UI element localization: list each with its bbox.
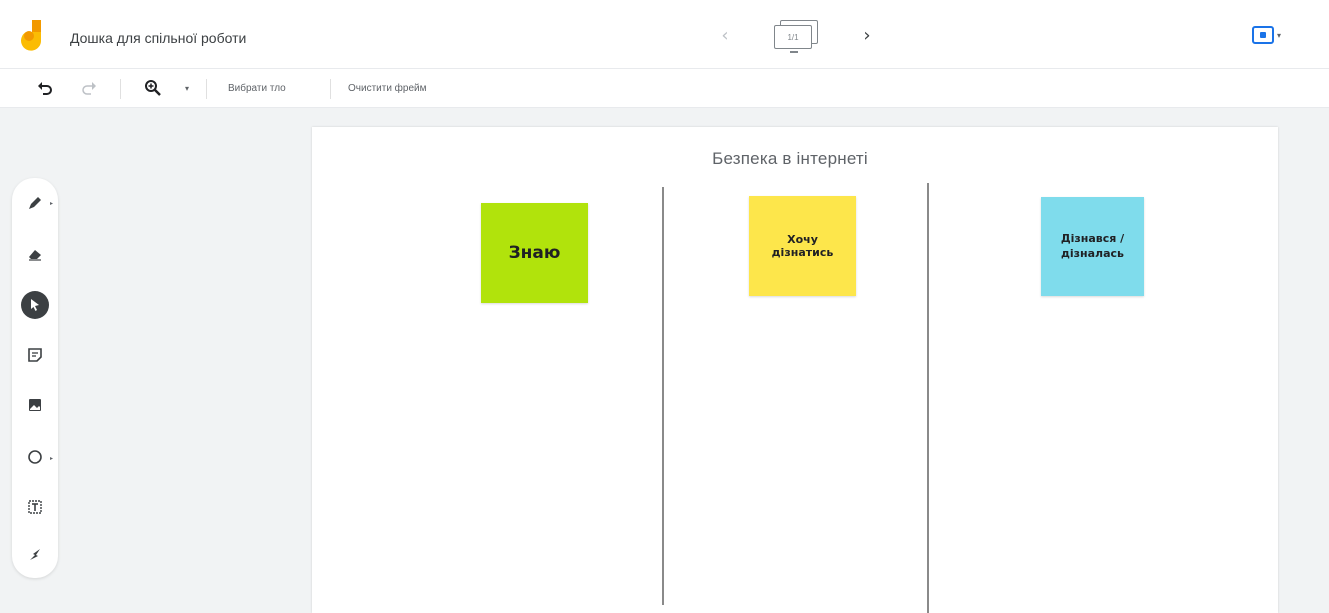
sticky-note-want-to-know[interactable]: Хочу дізнатись bbox=[749, 196, 856, 296]
toolbar-divider bbox=[206, 79, 207, 99]
image-tool[interactable] bbox=[18, 388, 52, 422]
clear-frame-button[interactable]: Очистити фрейм bbox=[348, 83, 427, 94]
whiteboard-canvas[interactable]: Безпека в інтернеті Знаю Хочу дізнатись … bbox=[312, 127, 1278, 613]
redo-icon bbox=[82, 82, 96, 95]
toolbar: ▾ Вибрати тло Очистити фрейм bbox=[0, 68, 1329, 108]
chevron-down-icon: ▾ bbox=[1277, 30, 1282, 40]
sticky-note-tool[interactable] bbox=[18, 338, 52, 372]
sticky-note-icon bbox=[28, 348, 42, 362]
frame-thumb-underline bbox=[790, 51, 798, 53]
sticky-note-know[interactable]: Знаю bbox=[481, 203, 588, 303]
sticky-note-text: Дізнався / дізналась bbox=[1060, 231, 1125, 260]
pen-options-icon[interactable]: ▸ bbox=[50, 200, 53, 207]
circle-icon bbox=[28, 450, 42, 464]
image-icon bbox=[29, 399, 41, 411]
zoom-in-icon bbox=[145, 80, 161, 96]
cursor-arrow-icon bbox=[31, 299, 39, 311]
present-button[interactable]: ▾ bbox=[1252, 24, 1281, 46]
text-box-tool[interactable] bbox=[18, 490, 52, 524]
eraser-tool[interactable] bbox=[18, 237, 52, 271]
laser-tool[interactable] bbox=[18, 538, 52, 572]
jamboard-logo-icon[interactable] bbox=[20, 20, 48, 54]
select-tool[interactable] bbox=[18, 288, 52, 322]
frame-thumb-front: 1/1 bbox=[774, 25, 812, 49]
column-divider[interactable] bbox=[927, 183, 929, 613]
next-frame-button[interactable]: › bbox=[854, 22, 880, 48]
eraser-icon bbox=[29, 250, 41, 261]
zoom-button[interactable] bbox=[142, 76, 164, 100]
choose-background-button[interactable]: Вибрати тло bbox=[228, 83, 286, 94]
toolbar-divider bbox=[120, 79, 121, 99]
top-bar: Дошка для спільної роботи ‹ 1/1 › ▾ bbox=[0, 0, 1329, 68]
pen-tool[interactable] bbox=[18, 186, 52, 220]
frame-thumb-label: 1/1 bbox=[787, 32, 799, 42]
sticky-note-text: Знаю bbox=[508, 243, 561, 263]
sticky-note-text: Хочу дізнатись bbox=[771, 232, 834, 259]
app-title[interactable]: Дошка для спільної роботи bbox=[70, 30, 246, 46]
pen-icon bbox=[29, 197, 41, 209]
previous-frame-button[interactable]: ‹ bbox=[712, 22, 738, 48]
toolbar-divider bbox=[330, 79, 331, 99]
board-title[interactable]: Безпека в інтернеті bbox=[312, 149, 1268, 169]
present-icon bbox=[1252, 26, 1274, 44]
redo-button[interactable] bbox=[78, 76, 100, 100]
frame-navigation: ‹ 1/1 › bbox=[712, 18, 880, 53]
shape-tool[interactable] bbox=[18, 440, 52, 474]
zoom-dropdown-icon[interactable]: ▾ bbox=[182, 76, 192, 100]
tools-panel: ▸ ▸ bbox=[12, 178, 58, 578]
column-divider[interactable] bbox=[662, 187, 664, 605]
shape-options-icon[interactable]: ▸ bbox=[50, 455, 53, 462]
sticky-note-learned[interactable]: Дізнався / дізналась bbox=[1041, 197, 1144, 296]
select-tool-active bbox=[21, 291, 49, 319]
undo-icon bbox=[38, 82, 52, 95]
undo-button[interactable] bbox=[34, 76, 56, 100]
frame-bar-button[interactable]: 1/1 bbox=[770, 18, 822, 53]
laser-icon bbox=[30, 549, 40, 560]
text-box-icon bbox=[28, 500, 42, 514]
